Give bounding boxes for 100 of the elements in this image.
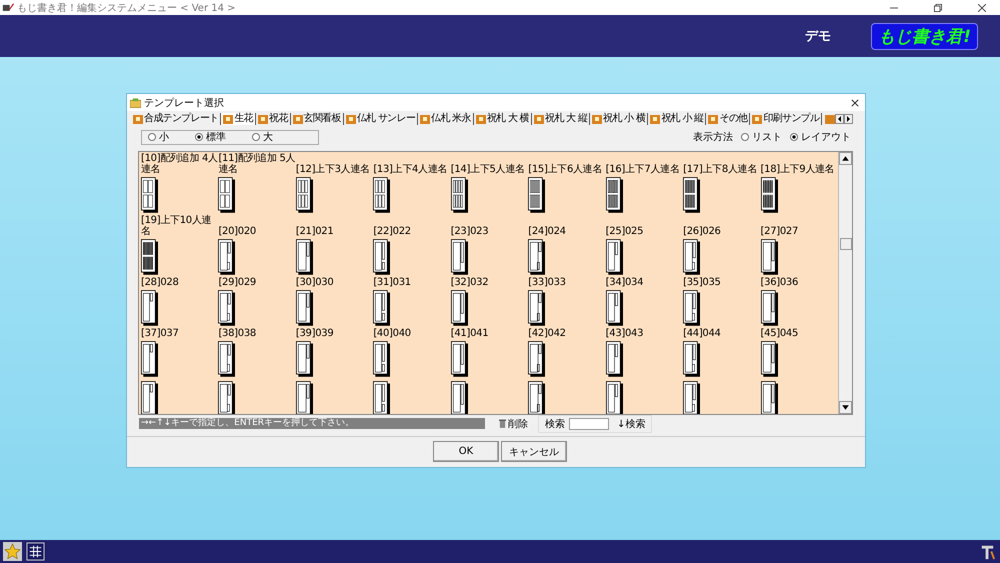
template-thumbnail[interactable]	[606, 239, 623, 275]
template-thumbnail[interactable]	[296, 290, 313, 326]
radio-button[interactable]: 標準	[195, 130, 226, 144]
tab[interactable]: その他	[706, 113, 750, 125]
window-title: もじ書き君！編集システムメニュー < Ver 14 >	[17, 2, 236, 14]
template-thumbnail[interactable]	[141, 177, 158, 213]
template-thumbnail[interactable]	[683, 239, 700, 275]
template-label: [34]034	[606, 277, 644, 288]
ok-button[interactable]: OK	[433, 441, 499, 462]
scroll-right-icon[interactable]	[844, 114, 854, 124]
template-thumbnail[interactable]	[760, 290, 778, 326]
template-thumbnail[interactable]	[606, 381, 623, 414]
template-thumbnail[interactable]	[141, 381, 158, 414]
template-label: [19]上下10人連名	[141, 215, 212, 237]
tab[interactable]: 祝花	[256, 113, 291, 125]
template-thumbnail[interactable]	[683, 341, 700, 377]
template-thumbnail[interactable]	[683, 177, 700, 213]
tab[interactable]: 祝札 大 横	[474, 113, 532, 125]
tab[interactable]: 祝札 大 縦	[532, 113, 590, 125]
template-thumbnail[interactable]	[373, 290, 390, 326]
template-thumbnail[interactable]	[373, 381, 390, 414]
template-thumbnail[interactable]	[760, 381, 778, 414]
radio-button[interactable]: リスト	[741, 130, 782, 144]
template-label: [35]035	[683, 277, 721, 288]
template-thumbnail[interactable]	[606, 177, 623, 213]
template-label: [29]029	[218, 277, 256, 288]
template-thumbnail[interactable]	[141, 290, 158, 326]
tab[interactable]: 祝札 小 横	[590, 113, 648, 125]
scroll-left-icon[interactable]	[835, 114, 844, 124]
template-thumbnail[interactable]	[141, 239, 158, 275]
template-thumbnail[interactable]	[528, 239, 546, 275]
template-label: [22]022	[373, 226, 411, 237]
template-thumbnail[interactable]	[606, 341, 623, 377]
template-thumbnail[interactable]	[760, 177, 778, 213]
template-thumbnail[interactable]	[450, 290, 468, 326]
template-thumbnail[interactable]	[296, 381, 313, 414]
template-label: [31]031	[373, 277, 411, 288]
tab[interactable]: 祝札 小 縦	[648, 113, 706, 125]
template-thumbnail[interactable]	[373, 239, 390, 275]
folder-icon	[534, 114, 544, 124]
delete-button[interactable]: 削除	[499, 416, 528, 430]
template-label: [45]045	[760, 328, 798, 339]
template-thumbnail[interactable]	[606, 290, 623, 326]
template-thumbnail[interactable]	[218, 381, 236, 414]
radio-button[interactable]: 小	[148, 130, 169, 144]
tab[interactable]: 印刷サンプル	[750, 113, 822, 125]
template-thumbnail[interactable]	[760, 341, 778, 377]
view-label: 表示方法	[693, 130, 733, 144]
template-thumbnail[interactable]	[450, 381, 468, 414]
template-label: [42]042	[528, 328, 566, 339]
template-label: [44]044	[683, 328, 721, 339]
restore-icon[interactable]	[934, 4, 942, 12]
template-thumbnail[interactable]	[218, 290, 236, 326]
template-thumbnail[interactable]	[528, 177, 546, 213]
template-thumbnail[interactable]	[528, 341, 546, 377]
template-thumbnail[interactable]	[296, 239, 313, 275]
scroll-thumb[interactable]	[840, 238, 852, 250]
template-thumbnail[interactable]	[296, 341, 313, 377]
tab[interactable]: 生花	[221, 113, 256, 125]
search-button[interactable]: ↓検索	[613, 416, 646, 430]
folder-icon	[258, 114, 268, 124]
cancel-button[interactable]: キャンセル	[501, 441, 567, 462]
tab[interactable]: 仏札 米永	[418, 113, 474, 125]
close-icon[interactable]	[978, 4, 986, 12]
template-thumbnail[interactable]	[450, 177, 468, 213]
template-thumbnail[interactable]	[296, 177, 313, 213]
template-thumbnail[interactable]	[141, 341, 158, 377]
template-label: [43]043	[606, 328, 644, 339]
template-label: [26]026	[683, 226, 721, 237]
folder-icon	[346, 114, 356, 124]
scroll-down-icon[interactable]	[839, 401, 852, 414]
template-thumbnail[interactable]	[218, 177, 236, 213]
grid-icon[interactable]	[26, 542, 45, 561]
template-thumbnail[interactable]	[760, 239, 778, 275]
template-thumbnail[interactable]	[683, 381, 700, 414]
folder-icon	[752, 114, 762, 124]
template-thumbnail[interactable]	[218, 341, 236, 377]
template-thumbnail[interactable]	[683, 290, 700, 326]
template-label: [20]020	[218, 226, 256, 237]
scroll-up-icon[interactable]	[839, 152, 852, 165]
tab[interactable]: 玄関看板	[290, 113, 344, 125]
template-thumbnail[interactable]	[528, 290, 546, 326]
template-label: [15]上下6人連名	[528, 164, 602, 175]
template-thumbnail[interactable]	[373, 341, 390, 377]
template-label: [30]030	[296, 277, 334, 288]
template-thumbnail[interactable]	[373, 177, 390, 213]
template-label: [38]038	[218, 328, 256, 339]
template-thumbnail[interactable]	[450, 341, 468, 377]
tab[interactable]: 仏札 サンレー	[344, 113, 418, 125]
template-thumbnail[interactable]	[450, 239, 468, 275]
template-label: [33]033	[528, 277, 566, 288]
template-thumbnail[interactable]	[528, 381, 546, 414]
template-thumbnail[interactable]	[218, 239, 236, 275]
radio-button[interactable]: 大	[252, 130, 273, 144]
search-field[interactable]	[569, 418, 609, 430]
template-label: [32]032	[450, 277, 488, 288]
radio-button[interactable]: レイアウト	[790, 130, 851, 144]
scrollbar[interactable]	[838, 152, 852, 414]
star-icon[interactable]	[3, 542, 22, 561]
close-icon[interactable]	[851, 98, 859, 106]
